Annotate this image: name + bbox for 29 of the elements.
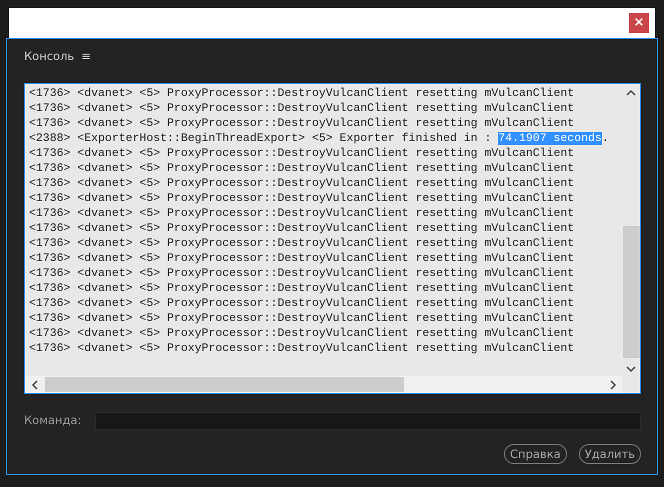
- log-line: <1736> <dvanet> <5> ProxyProcessor::DestroyVulcanClient resetting mVulcanClient: [29, 281, 576, 296]
- scroll-thumb[interactable]: [622, 226, 640, 358]
- log-line: <1736> <dvanet> <5> ProxyProcessor::DestroyVulcanClient resetting mVulcanClient: [29, 311, 576, 326]
- log-line: <1736> <dvanet> <5> ProxyProcessor::DestroyVulcanClient resetting mVulcanClient: [29, 86, 576, 101]
- log-line: <1736> <dvanet> <5> ProxyProcessor::DestroyVulcanClient resetting mVulcanClient: [29, 161, 576, 176]
- horizontal-scrollbar[interactable]: [25, 376, 622, 393]
- log-line: <1736> <dvanet> <5> ProxyProcessor::DestroyVulcanClient resetting mVulcanClient: [29, 116, 576, 131]
- log-line: <1736> <dvanet> <5> ProxyProcessor::DestroyVulcanClient resetting mVulcanClient: [29, 266, 576, 281]
- log-line: <1736> <dvanet> <5> ProxyProcessor::DestroyVulcanClient resetting mVulcanClient: [29, 191, 576, 206]
- selected-text: 74.1907 seconds: [498, 132, 602, 145]
- panel-menu-button[interactable]: ≡: [81, 48, 91, 66]
- log-line: <1736> <dvanet> <5> ProxyProcessor::DestroyVulcanClient resetting mVulcanClient: [29, 341, 576, 356]
- action-button[interactable]: Справка: [504, 444, 567, 464]
- log-line: <1736> <dvanet> <5> ProxyProcessor::DestroyVulcanClient resetting mVulcanClient: [29, 176, 576, 191]
- log-line: <1736> <dvanet> <5> ProxyProcessor::DestroyVulcanClient resetting mVulcanClient: [29, 236, 576, 251]
- log-text: .: [602, 132, 609, 145]
- log-line: <1736> <dvanet> <5> ProxyProcessor::DestroyVulcanClient resetting mVulcanClient: [29, 206, 576, 221]
- log-line: <1736> <dvanet> <5> ProxyProcessor::DestroyVulcanClient resetting mVulcanClient: [29, 101, 576, 116]
- log-line: <1736> <dvanet> <5> ProxyProcessor::DestroyVulcanClient resetting mVulcanClient: [29, 146, 576, 161]
- log-line: <1736> <dvanet> <5> ProxyProcessor::DestroyVulcanClient resetting mVulcanClient: [29, 296, 576, 311]
- scroll-thumb[interactable]: [45, 377, 404, 392]
- close-button[interactable]: ×: [629, 13, 649, 33]
- action-button[interactable]: Удалить: [578, 444, 641, 464]
- panel-title: Консоль: [24, 48, 74, 66]
- log-line: <1736> <dvanet> <5> ProxyProcessor::DestroyVulcanClient resetting mVulcanClient: [29, 326, 576, 341]
- command-label: Команда:: [24, 412, 82, 430]
- log-text: <2388> <ExporterHost::BeginThreadExport> <5> Exporter finished in :: [29, 132, 492, 145]
- log-line: <1736> <dvanet> <5> ProxyProcessor::DestroyVulcanClient resetting mVulcanClient: [29, 251, 576, 266]
- log-line: <1736> <dvanet> <5> ProxyProcessor::DestroyVulcanClient resetting mVulcanClient: [29, 221, 576, 236]
